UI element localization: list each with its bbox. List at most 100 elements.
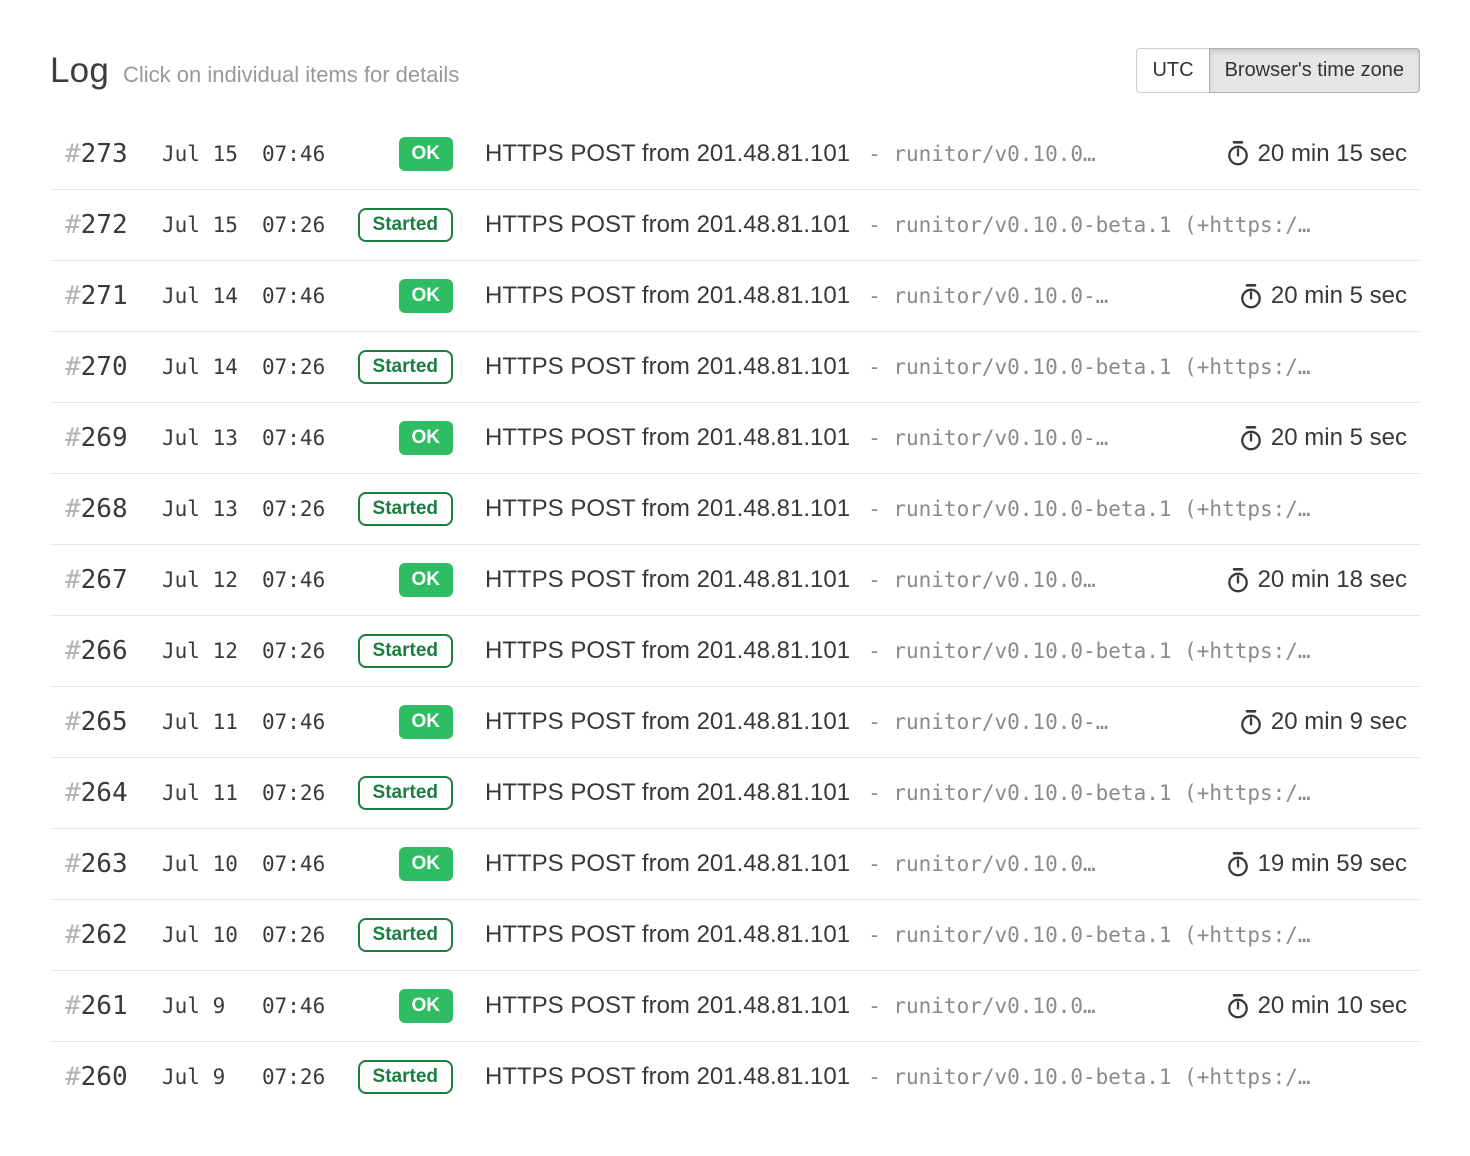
event-time: 07:46 (262, 284, 342, 308)
log-row[interactable]: #268 Jul 13 07:26 Started HTTPS POST fro… (50, 473, 1420, 544)
event-date: Jul 11 (162, 781, 262, 805)
status-badge-cell: Started (342, 208, 453, 242)
duration-text: 20 min 10 sec (1258, 992, 1407, 1020)
number-digits: 268 (81, 494, 128, 524)
number-hash: # (65, 636, 81, 666)
user-agent-text: - runitor/v0.10.0… (868, 568, 1096, 592)
log-row[interactable]: #267 Jul 12 07:46 OK HTTPS POST from 201… (50, 544, 1420, 615)
event-time: 07:46 (262, 142, 342, 166)
event-number: #268 (65, 494, 162, 524)
event-number: #266 (65, 636, 162, 666)
log-row[interactable]: #273 Jul 15 07:46 OK HTTPS POST from 201… (50, 118, 1420, 189)
stopwatch-icon (1239, 709, 1263, 736)
number-digits: 272 (81, 210, 128, 240)
number-hash: # (65, 778, 81, 808)
event-number: #263 (65, 849, 162, 879)
browser-timezone-button[interactable]: Browser's time zone (1209, 48, 1420, 93)
duration-text: 20 min 15 sec (1258, 140, 1407, 168)
page-subtitle: Click on individual items for details (123, 62, 459, 88)
number-digits: 273 (81, 139, 128, 169)
user-agent-text: - runitor/v0.10.0… (868, 142, 1096, 166)
number-digits: 271 (81, 281, 128, 311)
number-digits: 260 (81, 1062, 128, 1092)
log-row[interactable]: #263 Jul 10 07:46 OK HTTPS POST from 201… (50, 828, 1420, 899)
event-number: #265 (65, 707, 162, 737)
event-time: 07:26 (262, 355, 342, 379)
event-date: Jul 12 (162, 639, 262, 663)
event-duration: 20 min 15 sec (1226, 140, 1407, 168)
status-badge-cell: Started (342, 350, 453, 384)
event-time: 07:26 (262, 213, 342, 237)
number-hash: # (65, 1062, 81, 1092)
event-number: #260 (65, 1062, 162, 1092)
page-header: Log Click on individual items for detail… (50, 0, 1420, 93)
user-agent-text: - runitor/v0.10.0-… (868, 710, 1108, 734)
event-number: #270 (65, 352, 162, 382)
stopwatch-icon (1226, 851, 1250, 878)
log-list: #273 Jul 15 07:46 OK HTTPS POST from 201… (50, 118, 1420, 1112)
log-row[interactable]: #266 Jul 12 07:26 Started HTTPS POST fro… (50, 615, 1420, 686)
log-row[interactable]: #265 Jul 11 07:46 OK HTTPS POST from 201… (50, 686, 1420, 757)
message-text: HTTPS POST from 201.48.81.101 (485, 1063, 850, 1090)
log-row[interactable]: #262 Jul 10 07:26 Started HTTPS POST fro… (50, 899, 1420, 970)
status-badge: OK (399, 421, 454, 455)
event-message: HTTPS POST from 201.48.81.101 - runitor/v… (485, 495, 1407, 523)
event-date: Jul 9 (162, 994, 262, 1018)
log-row[interactable]: #260 Jul 9 07:26 Started HTTPS POST from… (50, 1041, 1420, 1112)
status-badge-cell: OK (342, 563, 453, 597)
event-message: HTTPS POST from 201.48.81.101 - runitor/v… (485, 353, 1407, 381)
user-agent-text: - runitor/v0.10.0-… (868, 284, 1108, 308)
page-title: Log (50, 51, 109, 91)
status-badge: Started (358, 350, 453, 384)
status-badge-cell: OK (342, 279, 453, 313)
log-row[interactable]: #261 Jul 9 07:46 OK HTTPS POST from 201.… (50, 970, 1420, 1041)
event-number: #269 (65, 423, 162, 453)
event-date: Jul 14 (162, 355, 262, 379)
number-digits: 267 (81, 565, 128, 595)
status-badge-cell: Started (342, 492, 453, 526)
event-time: 07:26 (262, 639, 342, 663)
utc-button[interactable]: UTC (1136, 48, 1209, 93)
user-agent-text: - runitor/v0.10.0-beta.1 (+https:/… (868, 639, 1311, 663)
event-message: HTTPS POST from 201.48.81.101 - runitor/v… (485, 1063, 1407, 1091)
log-row[interactable]: #271 Jul 14 07:46 OK HTTPS POST from 201… (50, 260, 1420, 331)
user-agent-text: - runitor/v0.10.0… (868, 994, 1096, 1018)
event-date: Jul 10 (162, 852, 262, 876)
number-hash: # (65, 139, 81, 169)
status-badge: OK (399, 563, 454, 597)
event-message: HTTPS POST from 201.48.81.101- runitor/v… (485, 992, 1206, 1020)
event-time: 07:46 (262, 852, 342, 876)
log-row[interactable]: #269 Jul 13 07:46 OK HTTPS POST from 201… (50, 402, 1420, 473)
log-row[interactable]: #264 Jul 11 07:26 Started HTTPS POST fro… (50, 757, 1420, 828)
user-agent-text: - runitor/v0.10.0-… (868, 426, 1108, 450)
status-badge-cell: OK (342, 137, 453, 171)
log-row[interactable]: #270 Jul 14 07:26 Started HTTPS POST fro… (50, 331, 1420, 402)
user-agent-text: - runitor/v0.10.0-beta.1 (+https:/… (868, 355, 1311, 379)
message-text: HTTPS POST from 201.48.81.101 (485, 282, 850, 309)
number-hash: # (65, 423, 81, 453)
message-text: HTTPS POST from 201.48.81.101 (485, 637, 850, 664)
log-row[interactable]: #272 Jul 15 07:26 Started HTTPS POST fro… (50, 189, 1420, 260)
stopwatch-icon (1239, 425, 1263, 452)
event-time: 07:26 (262, 781, 342, 805)
event-duration: 20 min 5 sec (1239, 424, 1407, 452)
event-time: 07:26 (262, 497, 342, 521)
stopwatch-icon (1226, 140, 1250, 167)
number-hash: # (65, 920, 81, 950)
status-badge: Started (358, 634, 453, 668)
status-badge-cell: OK (342, 421, 453, 455)
status-badge-cell: OK (342, 705, 453, 739)
number-hash: # (65, 494, 81, 524)
event-number: #262 (65, 920, 162, 950)
user-agent-text: - runitor/v0.10.0-beta.1 (+https:/… (868, 1065, 1311, 1089)
user-agent-text: - runitor/v0.10.0-beta.1 (+https:/… (868, 213, 1311, 237)
message-text: HTTPS POST from 201.48.81.101 (485, 353, 850, 380)
status-badge: OK (399, 989, 454, 1023)
user-agent-text: - runitor/v0.10.0-beta.1 (+https:/… (868, 781, 1311, 805)
number-digits: 269 (81, 423, 128, 453)
number-hash: # (65, 210, 81, 240)
event-message: HTTPS POST from 201.48.81.101- runitor/v… (485, 850, 1206, 878)
message-text: HTTPS POST from 201.48.81.101 (485, 495, 850, 522)
user-agent-text: - runitor/v0.10.0-beta.1 (+https:/… (868, 497, 1311, 521)
number-hash: # (65, 707, 81, 737)
